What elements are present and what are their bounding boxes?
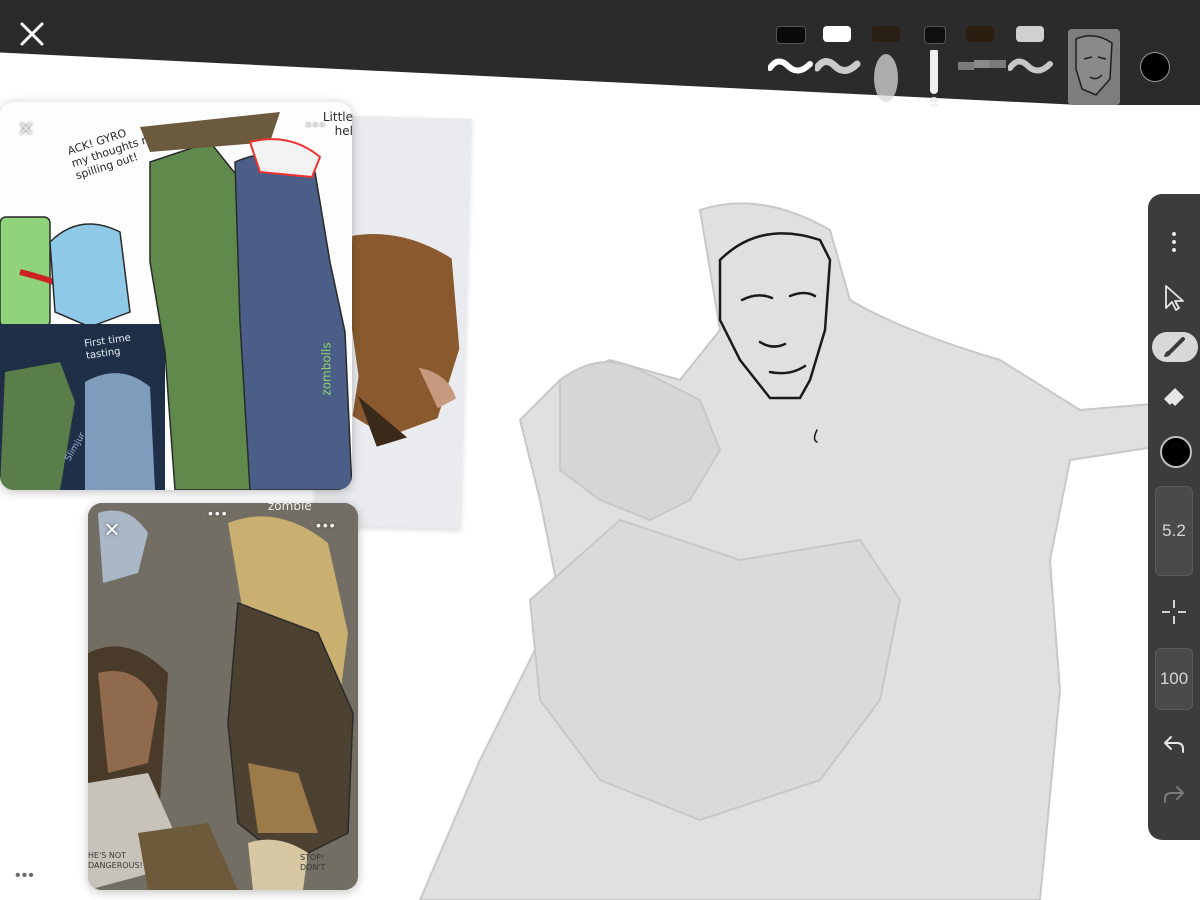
reference-thumbnail[interactable]	[1068, 29, 1120, 105]
brush-size-slider[interactable]: 5.2	[1155, 486, 1193, 576]
reference-card-1-art	[0, 102, 352, 490]
brush-pencil[interactable]	[914, 22, 960, 107]
brush-color-button[interactable]	[1160, 436, 1192, 468]
eraser-tool-icon[interactable]	[1148, 376, 1200, 416]
card2-bottom-right-text: STOP! DON'T	[300, 853, 326, 872]
color-picker-button[interactable]	[1140, 52, 1170, 82]
reference-card-2[interactable]: zombie HE'S NOT DANGEROUS! STOP! DON'T ×…	[88, 503, 358, 890]
more-options-button[interactable]: •••	[15, 867, 35, 885]
watermark-text: zombolls	[319, 342, 334, 396]
tool-panel: 5.2 100	[1148, 194, 1200, 840]
more-options-icon[interactable]: •••	[208, 505, 229, 521]
more-vertical-icon[interactable]	[1148, 222, 1200, 262]
undo-icon[interactable]	[1148, 724, 1200, 764]
redo-icon[interactable]	[1148, 774, 1200, 814]
brush-gray[interactable]	[1008, 22, 1054, 102]
card1-corner-text: Little hel	[322, 110, 353, 138]
select-tool-icon[interactable]	[1148, 278, 1200, 318]
reference-card-2-art	[88, 503, 358, 890]
close-icon[interactable]	[14, 16, 50, 52]
close-icon[interactable]: ×	[100, 516, 124, 542]
card2-top-text: zombie	[268, 503, 312, 513]
face-sketch-thumbnail	[1068, 29, 1120, 105]
brush-tool-icon[interactable]	[1148, 328, 1200, 368]
reference-card-1[interactable]: ACK! GYRO my thoughts r spilling out! Fi…	[0, 102, 352, 490]
brush-ink[interactable]	[768, 22, 814, 102]
more-options-icon-secondary[interactable]: •••	[316, 517, 337, 533]
brush-airbrush[interactable]	[864, 22, 910, 102]
crosshair-icon[interactable]	[1148, 592, 1200, 632]
opacity-slider[interactable]: 100	[1155, 648, 1193, 710]
brush-textured[interactable]	[958, 22, 1006, 102]
close-icon[interactable]: ×	[14, 115, 38, 141]
brush-white[interactable]	[815, 22, 861, 102]
card2-bottom-left-text: HE'S NOT DANGEROUS!	[88, 851, 143, 870]
